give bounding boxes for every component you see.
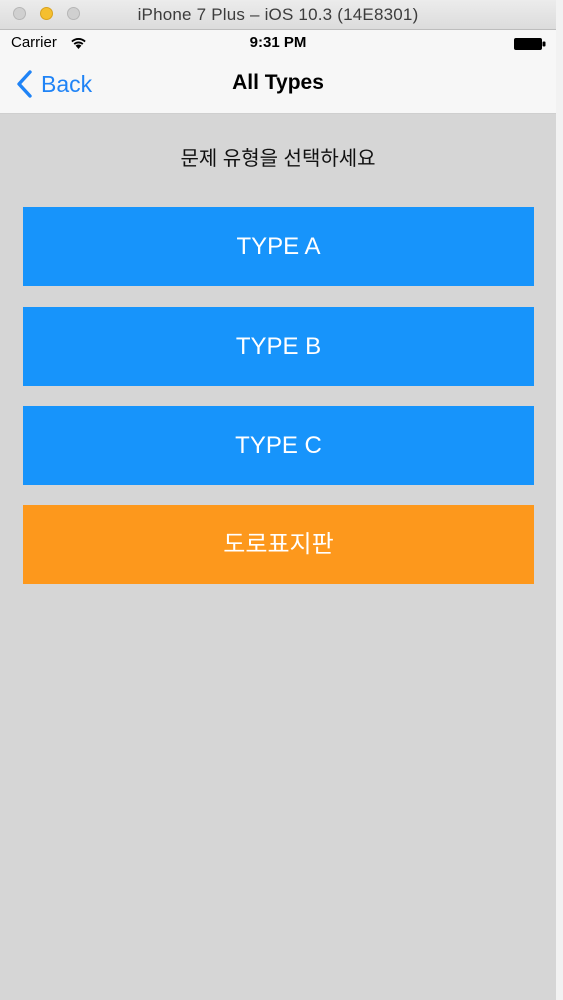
page-title: All Types	[232, 71, 324, 94]
road-sign-button[interactable]: 도로표지판	[23, 505, 534, 584]
type-a-button[interactable]: TYPE A	[23, 207, 534, 286]
battery-icon	[514, 38, 546, 50]
type-b-button[interactable]: TYPE B	[23, 307, 534, 386]
background-window-edge	[556, 0, 563, 1000]
ios-status-bar: Carrier 9:31 PM	[0, 30, 556, 56]
navigation-bar: Back All Types	[0, 56, 556, 114]
main-content: 문제 유형을 선택하세요 TYPE A TYPE B TYPE C 도로표지판	[0, 114, 556, 1000]
window-titlebar: iPhone 7 Plus – iOS 10.3 (14E8301)	[0, 0, 556, 30]
type-c-button[interactable]: TYPE C	[23, 406, 534, 485]
prompt-text: 문제 유형을 선택하세요	[180, 148, 376, 170]
simulator-window: iPhone 7 Plus – iOS 10.3 (14E8301) Carri…	[0, 0, 557, 1000]
status-time: 9:31 PM	[249, 34, 307, 51]
window-title: iPhone 7 Plus – iOS 10.3 (14E8301)	[137, 5, 419, 24]
